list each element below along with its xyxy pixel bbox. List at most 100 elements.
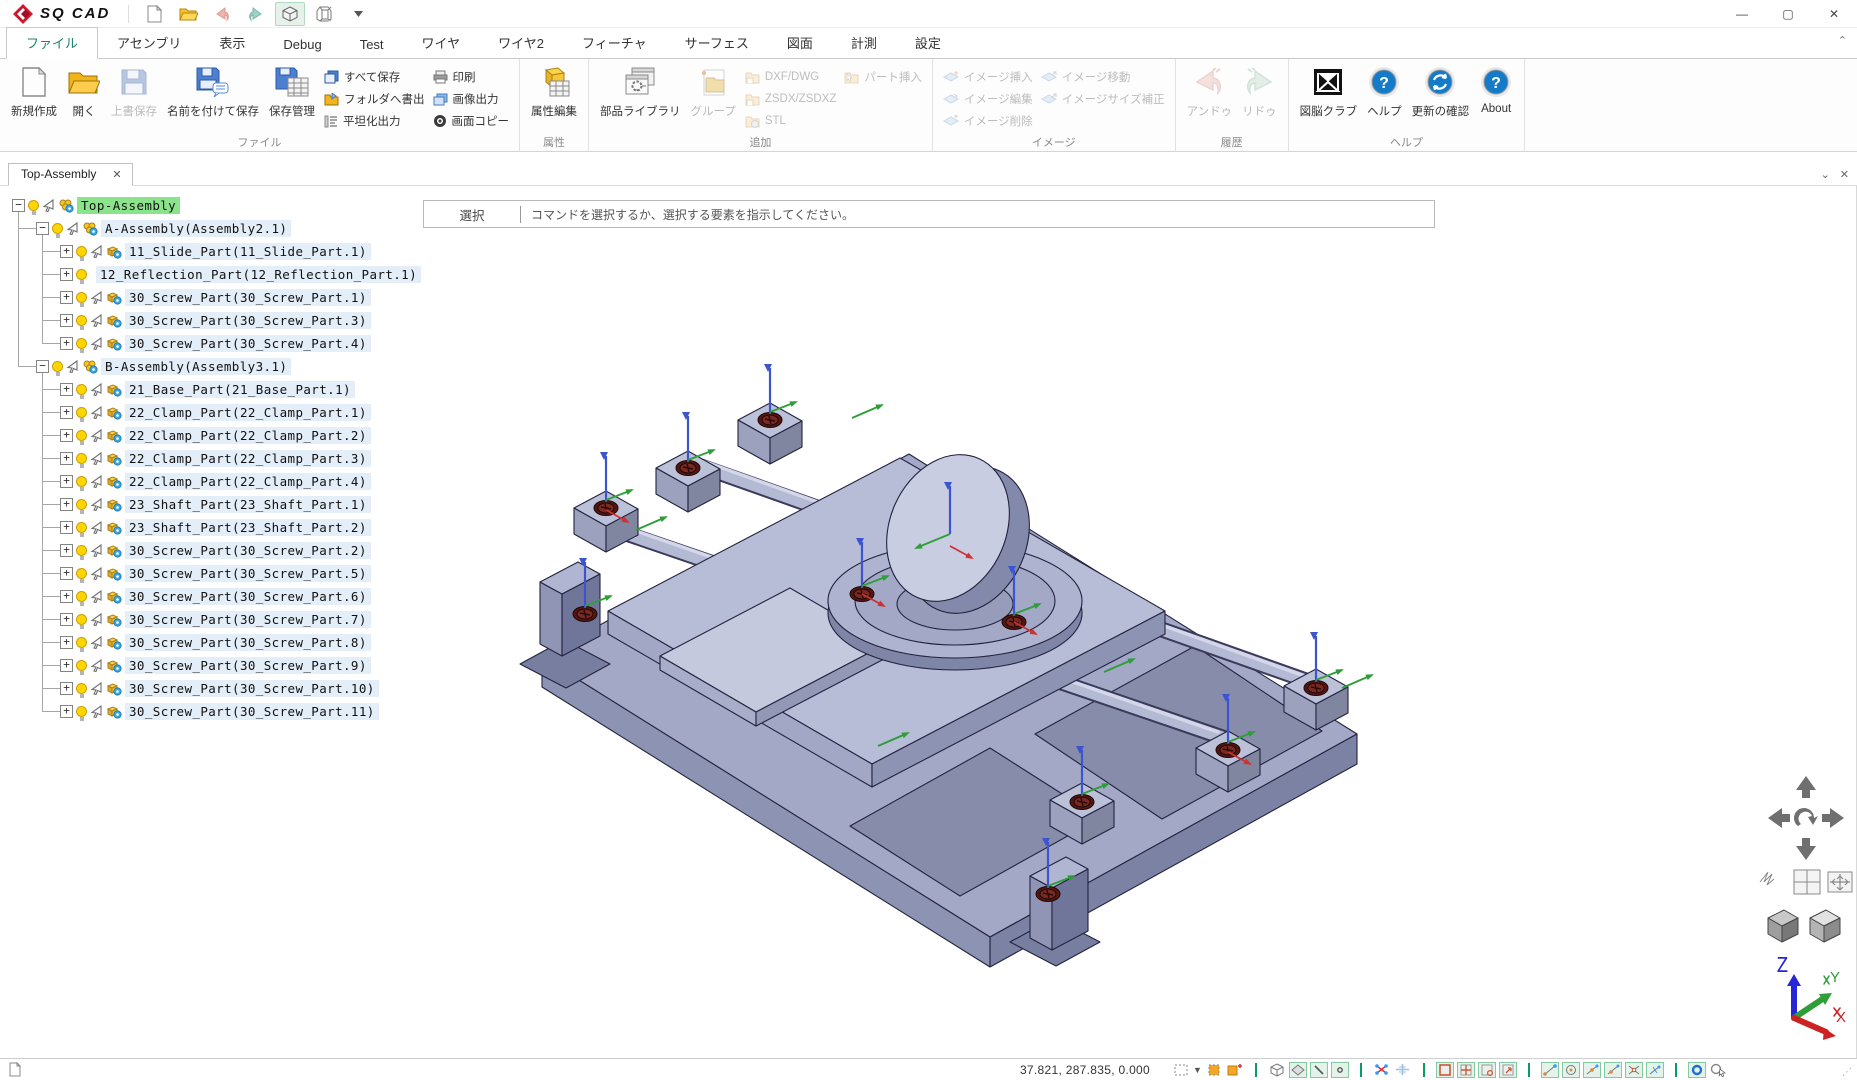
- tree-item-label[interactable]: 30_Screw_Part(30_Screw_Part.8): [125, 634, 371, 651]
- visibility-bulb-icon[interactable]: [76, 476, 87, 487]
- menu-tab-6[interactable]: ワイヤ2: [479, 28, 563, 58]
- tree-item-1[interactable]: − A-Assembly(Assembly2.1): [6, 217, 406, 240]
- select-cursor-icon[interactable]: [90, 613, 103, 626]
- visibility-bulb-icon[interactable]: [52, 361, 63, 372]
- tree-expander[interactable]: −: [36, 360, 49, 373]
- menu-tab-7[interactable]: フィーチャ: [563, 28, 666, 58]
- select-cursor-icon[interactable]: [90, 521, 103, 534]
- image-delete-button[interactable]: イメージ削除: [939, 110, 1037, 132]
- tree-expander[interactable]: +: [60, 429, 73, 442]
- selection-dropdown-icon[interactable]: ▼: [1193, 1065, 1202, 1075]
- select-cursor-icon[interactable]: [90, 705, 103, 718]
- flatten-output-button[interactable]: 平坦化出力: [320, 110, 429, 132]
- tree-item-label[interactable]: 11_Slide_Part(11_Slide_Part.1): [125, 243, 371, 260]
- snap-midpoint-icon[interactable]: [1583, 1062, 1601, 1078]
- frame-square-icon[interactable]: [1436, 1062, 1454, 1078]
- menu-tab-4[interactable]: Test: [341, 32, 403, 58]
- tree-expander[interactable]: +: [60, 383, 73, 396]
- tree-item-label[interactable]: 30_Screw_Part(30_Screw_Part.6): [125, 588, 371, 605]
- solid-select-icon[interactable]: [1268, 1062, 1286, 1078]
- shaded-view-icon[interactable]: [275, 2, 305, 26]
- visibility-bulb-icon[interactable]: [76, 706, 87, 717]
- tree-expander[interactable]: +: [60, 590, 73, 603]
- visibility-bulb-icon[interactable]: [76, 614, 87, 625]
- select-cursor-icon[interactable]: [42, 199, 55, 212]
- tree-expander[interactable]: +: [60, 659, 73, 672]
- tree-item-label[interactable]: 30_Screw_Part(30_Screw_Part.10): [125, 680, 379, 697]
- select-cursor-icon[interactable]: [90, 682, 103, 695]
- tree-item-label[interactable]: 23_Shaft_Part(23_Shaft_Part.2): [125, 519, 371, 536]
- select-cursor-icon[interactable]: [90, 475, 103, 488]
- tree-item-label[interactable]: 30_Screw_Part(30_Screw_Part.4): [125, 335, 371, 352]
- tab-close-icon[interactable]: ✕: [112, 168, 121, 181]
- image-output-button[interactable]: 画像出力: [429, 88, 514, 110]
- tree-item-9[interactable]: +22_Clamp_Part(22_Clamp_Part.1): [6, 401, 406, 424]
- menu-tab-5[interactable]: ワイヤ: [403, 28, 480, 58]
- tree-item-label[interactable]: 12_Reflection_Part(12_Reflection_Part.1): [96, 266, 421, 283]
- menu-tab-3[interactable]: Debug: [264, 32, 340, 58]
- tree-item-17[interactable]: +30_Screw_Part(30_Screw_Part.6): [6, 585, 406, 608]
- quick-access-dropdown-icon[interactable]: [343, 2, 373, 26]
- tree-item-10[interactable]: +22_Clamp_Part(22_Clamp_Part.2): [6, 424, 406, 447]
- tree-item-label[interactable]: 30_Screw_Part(30_Screw_Part.7): [125, 611, 371, 628]
- tree-item-label[interactable]: 30_Screw_Part(30_Screw_Part.11): [125, 703, 379, 720]
- tree-item-label[interactable]: 30_Screw_Part(30_Screw_Part.3): [125, 312, 371, 329]
- save-as-button[interactable]: 名前を付けて保存: [162, 62, 264, 134]
- tree-expander[interactable]: +: [60, 521, 73, 534]
- tree-item-label[interactable]: Top-Assembly: [77, 197, 180, 214]
- tree-item-2[interactable]: +11_Slide_Part(11_Slide_Part.1): [6, 240, 406, 263]
- tree-item-14[interactable]: +23_Shaft_Part(23_Shaft_Part.2): [6, 516, 406, 539]
- tree-item-15[interactable]: +30_Screw_Part(30_Screw_Part.2): [6, 539, 406, 562]
- about-button[interactable]: ? About: [1474, 62, 1518, 134]
- zsdx-button[interactable]: ZSDX/ZSDXZ: [741, 88, 841, 110]
- menu-tab-11[interactable]: 設定: [896, 28, 960, 58]
- tree-item-0[interactable]: − Top-Assembly: [6, 194, 406, 217]
- visibility-bulb-icon[interactable]: [76, 545, 87, 556]
- visibility-bulb-icon[interactable]: [76, 269, 87, 280]
- select-cursor-icon[interactable]: [90, 452, 103, 465]
- tree-item-7[interactable]: −B-Assembly(Assembly3.1): [6, 355, 406, 378]
- dxf-dwg-button[interactable]: DXF/DWG: [741, 66, 841, 88]
- tree-expander[interactable]: +: [60, 705, 73, 718]
- menu-tab-2[interactable]: 表示: [200, 28, 264, 58]
- tree-expander[interactable]: +: [60, 452, 73, 465]
- tree-item-13[interactable]: +23_Shaft_Part(23_Shaft_Part.1): [6, 493, 406, 516]
- tree-item-20[interactable]: +30_Screw_Part(30_Screw_Part.9): [6, 654, 406, 677]
- tree-expander[interactable]: +: [60, 544, 73, 557]
- print-button[interactable]: 印刷: [429, 66, 514, 88]
- tree-item-label[interactable]: 22_Clamp_Part(22_Clamp_Part.2): [125, 427, 371, 444]
- tree-item-22[interactable]: +30_Screw_Part(30_Screw_Part.11): [6, 700, 406, 723]
- select-cursor-icon[interactable]: [90, 245, 103, 258]
- tree-item-label[interactable]: A-Assembly(Assembly2.1): [101, 220, 291, 237]
- menu-tab-9[interactable]: 図面: [768, 28, 832, 58]
- vertex-select-icon[interactable]: [1331, 1062, 1349, 1078]
- visibility-bulb-icon[interactable]: [76, 499, 87, 510]
- circle-mode-icon[interactable]: [1688, 1062, 1706, 1078]
- new-document-icon[interactable]: [139, 2, 169, 26]
- save-all-button[interactable]: すべて保存: [320, 66, 429, 88]
- select-cursor-icon[interactable]: [66, 222, 79, 235]
- tree-expander[interactable]: −: [36, 222, 49, 235]
- select-cursor-icon[interactable]: [90, 406, 103, 419]
- menu-tab-8[interactable]: サーフェス: [666, 28, 768, 58]
- visibility-bulb-icon[interactable]: [76, 292, 87, 303]
- tree-expander[interactable]: +: [60, 245, 73, 258]
- select-cursor-icon[interactable]: [90, 429, 103, 442]
- stl-button[interactable]: STL: [741, 110, 841, 132]
- snap-center-icon[interactable]: [1562, 1062, 1580, 1078]
- screen-copy-button[interactable]: 画面コピー: [429, 110, 514, 132]
- save-button[interactable]: 上書保存: [106, 62, 162, 134]
- tree-item-16[interactable]: +30_Screw_Part(30_Screw_Part.5): [6, 562, 406, 585]
- tree-item-label[interactable]: 30_Screw_Part(30_Screw_Part.1): [125, 289, 371, 306]
- snap-grid-icon[interactable]: [1394, 1062, 1412, 1078]
- tree-item-label[interactable]: 23_Shaft_Part(23_Shaft_Part.1): [125, 496, 371, 513]
- menu-tab-10[interactable]: 計測: [832, 28, 896, 58]
- attribute-edit-button[interactable]: 属性編集: [526, 62, 582, 134]
- tree-expander[interactable]: +: [60, 337, 73, 350]
- zoom-select-icon[interactable]: [1709, 1062, 1727, 1078]
- tree-expander[interactable]: −: [12, 199, 25, 212]
- image-insert-button[interactable]: イメージ挿入: [939, 66, 1037, 88]
- tree-item-label[interactable]: 30_Screw_Part(30_Screw_Part.5): [125, 565, 371, 582]
- tree-item-8[interactable]: +21_Base_Part(21_Base_Part.1): [6, 378, 406, 401]
- tree-item-11[interactable]: +22_Clamp_Part(22_Clamp_Part.3): [6, 447, 406, 470]
